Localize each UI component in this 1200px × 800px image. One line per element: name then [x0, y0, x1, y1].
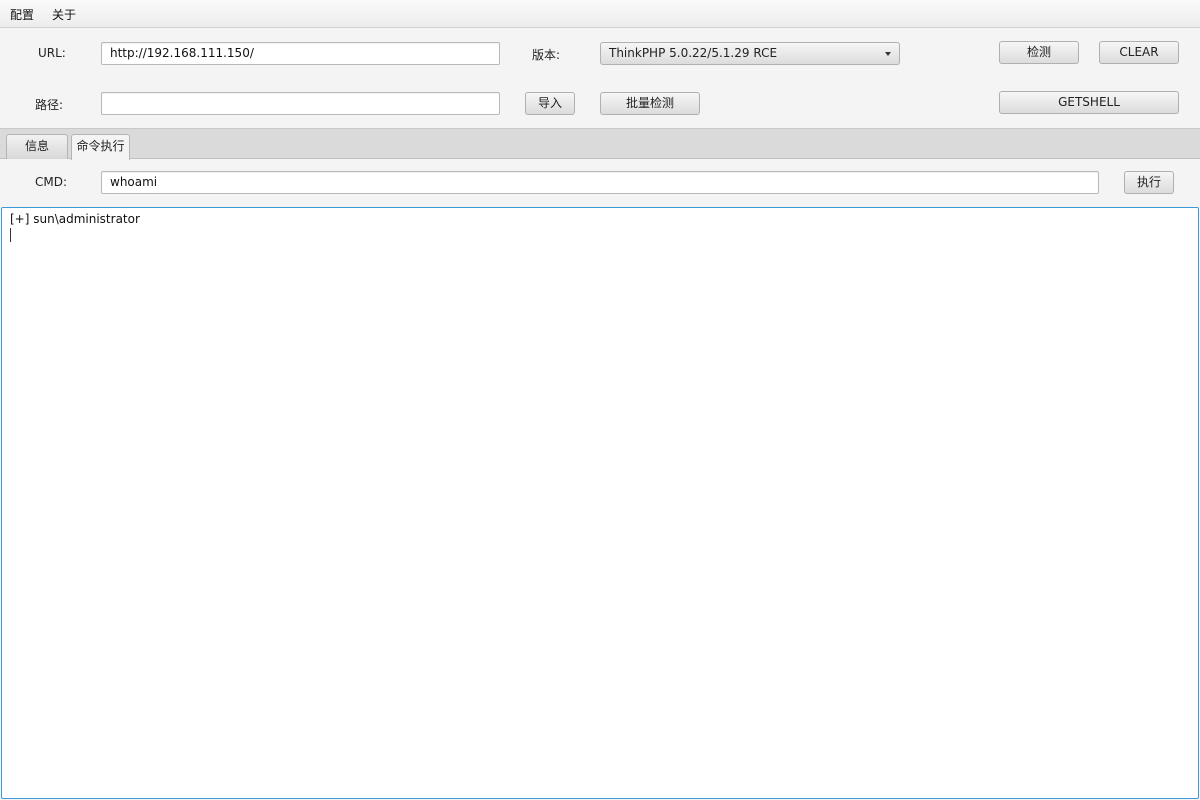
menu-bar: 配置 关于 — [0, 0, 1200, 28]
cmd-label: CMD: — [35, 175, 68, 189]
path-input[interactable] — [101, 92, 500, 115]
url-label: URL: — [38, 46, 66, 60]
output-line: [+] sun\administrator — [10, 212, 140, 226]
execute-button[interactable]: 执行 — [1124, 171, 1174, 194]
getshell-button[interactable]: GETSHELL — [999, 91, 1179, 114]
chevron-down-icon — [885, 52, 891, 56]
clear-button[interactable]: CLEAR — [1099, 41, 1179, 64]
tab-bar: 信息 命令执行 — [0, 128, 1200, 160]
output-textarea[interactable]: [+] sun\administrator — [1, 207, 1199, 799]
version-select-value: ThinkPHP 5.0.22/5.1.29 RCE — [609, 46, 778, 60]
tab-info[interactable]: 信息 — [6, 134, 68, 159]
detect-button[interactable]: 检测 — [999, 41, 1079, 64]
path-label: 路径: — [35, 98, 64, 112]
import-button[interactable]: 导入 — [525, 92, 575, 115]
batch-detect-button[interactable]: 批量检测 — [600, 92, 700, 115]
version-label: 版本: — [532, 48, 561, 62]
version-select[interactable]: ThinkPHP 5.0.22/5.1.29 RCE — [600, 42, 900, 65]
cmd-input[interactable]: whoami — [101, 171, 1099, 194]
text-cursor — [10, 228, 11, 242]
url-input[interactable]: http://192.168.111.150/ — [101, 42, 500, 65]
tab-command-exec[interactable]: 命令执行 — [71, 134, 130, 160]
menu-about[interactable]: 关于 — [52, 6, 76, 23]
menu-config[interactable]: 配置 — [10, 6, 34, 23]
